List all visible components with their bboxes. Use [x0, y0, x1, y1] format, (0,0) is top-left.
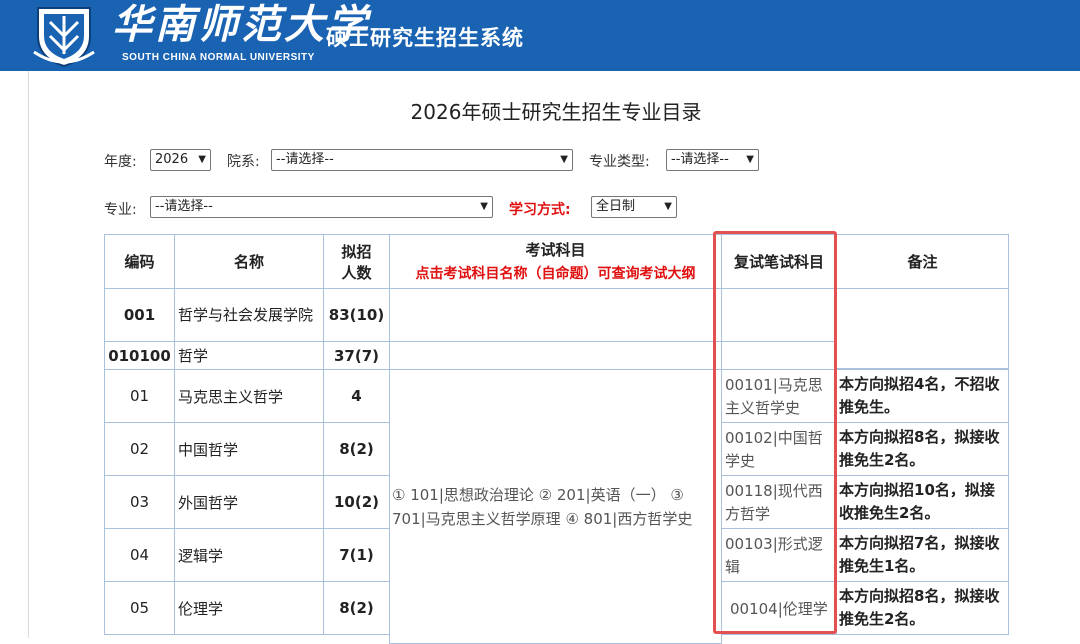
- direction-code: 03: [104, 475, 175, 529]
- direction-remark: 本方向拟招8名，拟接收推免生2名。: [836, 422, 1009, 476]
- dept-remark-cell: [836, 288, 1009, 369]
- dept-name: 哲学与社会发展学院: [174, 288, 324, 342]
- direction-name: 中国哲学: [174, 422, 324, 476]
- university-crest-logo: [33, 7, 95, 68]
- study-mode-select[interactable]: 全日制 ▼: [591, 196, 677, 218]
- direction-name: 外国哲学: [174, 475, 324, 529]
- direction-code: 01: [104, 369, 175, 423]
- col-header-name: 名称: [174, 234, 324, 289]
- major-select-value: --请选择--: [155, 199, 213, 214]
- exam-subjects-link[interactable]: ① 101|思想政治理论 ② 201|英语（一） ③ 701|马克思主义哲学原理…: [389, 369, 722, 644]
- dept-label: 院系:: [227, 154, 260, 170]
- chevron-down-icon: ▼: [480, 201, 488, 212]
- major-select[interactable]: --请选择-- ▼: [150, 196, 493, 218]
- direction-remark: 本方向拟招7名，拟接收推免生1名。: [836, 528, 1009, 582]
- col-header-remark: 备注: [836, 234, 1009, 289]
- system-name: 硕士研究生招生系统: [326, 25, 524, 50]
- major-quota: 37(7): [323, 341, 390, 370]
- direction-quota: 8(2): [323, 581, 390, 635]
- year-select-value: 2026: [155, 152, 189, 167]
- dept-select[interactable]: --请选择-- ▼: [271, 149, 573, 171]
- col-header-quota: 拟招人数: [323, 234, 390, 289]
- study-mode-label: 学习方式:: [509, 202, 571, 218]
- year-select[interactable]: 2026 ▼: [150, 149, 211, 171]
- header-banner: 华南师范大学 SOUTH CHINA NORMAL UNIVERSITY 硕士研…: [0, 0, 1080, 71]
- major-label: 专业:: [104, 202, 137, 218]
- direction-remark: 本方向拟招10名，拟接收推免生2名。: [836, 475, 1009, 529]
- dept-quota: 83(10): [323, 288, 390, 342]
- dept-subjects-cell: [389, 288, 722, 342]
- chevron-down-icon: ▼: [664, 201, 672, 212]
- subjects-hint: 点击考试科目名称（自命题）可查询考试大纲: [415, 266, 696, 282]
- year-label: 年度:: [104, 154, 137, 170]
- direction-code: 04: [104, 528, 175, 582]
- major-type-select-value: --请选择--: [671, 152, 729, 167]
- direction-quota: 10(2): [323, 475, 390, 529]
- direction-remark: 本方向拟招8名，拟接收推免生2名。: [836, 581, 1009, 635]
- major-type-select[interactable]: --请选择-- ▼: [666, 149, 759, 171]
- major-name: 哲学: [174, 341, 324, 370]
- major-subjects-cell: [389, 341, 722, 370]
- highlight-box: [713, 231, 837, 634]
- direction-remark: 本方向拟招4名，不招收推免生。: [836, 369, 1009, 423]
- col-header-subjects: 考试科目 点击考试科目名称（自命题）可查询考试大纲: [389, 234, 722, 289]
- major-type-label: 专业类型:: [589, 154, 650, 170]
- direction-name: 伦理学: [174, 581, 324, 635]
- university-name-en: SOUTH CHINA NORMAL UNIVERSITY: [122, 52, 315, 63]
- page-title: 2026年硕士研究生招生专业目录: [410, 100, 702, 124]
- content-left-border: [28, 71, 29, 638]
- chevron-down-icon: ▼: [198, 154, 206, 165]
- chevron-down-icon: ▼: [746, 154, 754, 165]
- direction-code: 02: [104, 422, 175, 476]
- major-code: 010100: [104, 341, 175, 370]
- chevron-down-icon: ▼: [560, 154, 568, 165]
- direction-quota: 4: [323, 369, 390, 423]
- study-mode-select-value: 全日制: [596, 199, 636, 214]
- dept-select-value: --请选择--: [276, 152, 334, 167]
- direction-name: 马克思主义哲学: [174, 369, 324, 423]
- direction-name: 逻辑学: [174, 528, 324, 582]
- direction-quota: 8(2): [323, 422, 390, 476]
- direction-quota: 7(1): [323, 528, 390, 582]
- direction-code: 05: [104, 581, 175, 635]
- dept-code: 001: [104, 288, 175, 342]
- col-header-code: 编码: [104, 234, 175, 289]
